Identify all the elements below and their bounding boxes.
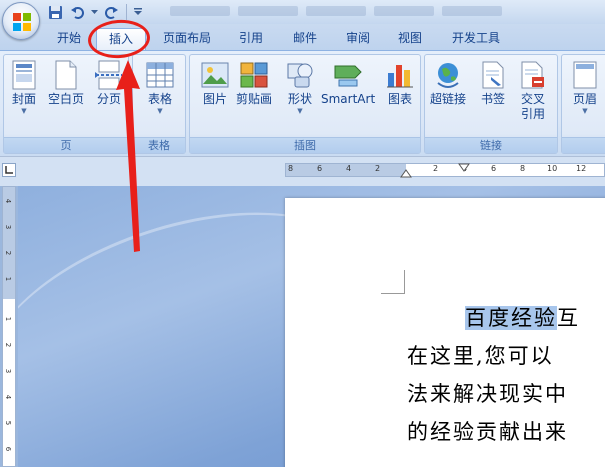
title-bar [0, 0, 605, 24]
tab-selector-button[interactable] [2, 163, 16, 177]
ruler-label: 10 [547, 164, 558, 173]
shapes-button[interactable]: 形状 ▼ [285, 59, 315, 116]
dropdown-arrow-icon: ▼ [297, 107, 303, 115]
group-links-label: 链接 [425, 137, 557, 153]
doc-line-3[interactable]: 法来解决现实中 [407, 378, 568, 408]
cross-reference-label: 交叉 引用 [520, 92, 545, 121]
redo-icon[interactable] [102, 3, 120, 21]
ruler-label: 8 [520, 164, 526, 173]
shapes-icon [285, 59, 315, 91]
ruler-label: 2 [4, 250, 13, 256]
doc-line-4[interactable]: 的经验贡献出来 [407, 416, 568, 446]
ruler-label: 4 [4, 198, 13, 204]
header-icon [570, 59, 600, 91]
group-illustrations-label: 插图 [190, 137, 420, 153]
doc-line-2[interactable]: 在这里,您可以 [407, 340, 554, 370]
ruler-label: 3 [4, 224, 13, 230]
clip-art-icon [239, 59, 269, 91]
undo-icon[interactable] [68, 3, 86, 21]
undo-dropdown-icon[interactable] [90, 3, 98, 21]
blank-page-icon [51, 59, 81, 91]
ruler-label: 2 [433, 164, 439, 173]
dropdown-arrow-icon: ▼ [21, 107, 27, 115]
ruler-label: 4 [4, 394, 13, 400]
group-links: 超链接 书签 交叉 引用 链接 [424, 54, 558, 154]
shapes-label: 形状 [287, 92, 312, 106]
ruler-label: 2 [4, 342, 13, 348]
vertical-ruler[interactable]: 4 3 2 1 1 2 3 4 5 6 [2, 186, 16, 467]
table-label: 表格 [147, 92, 172, 106]
smartart-label: SmartArt [321, 92, 376, 106]
group-header-footer: 页眉 ▼ [561, 54, 605, 154]
office-button[interactable] [2, 2, 40, 40]
hyperlink-button[interactable]: 超链接 [430, 59, 466, 107]
cross-reference-icon [518, 59, 548, 91]
save-icon[interactable] [46, 3, 64, 21]
group-illustrations: 图片 剪贴画 形状 ▼ SmartArt 图表 插图 [189, 54, 421, 154]
header-button[interactable]: 页眉 ▼ [570, 59, 600, 116]
tab-page-layout[interactable]: 页面布局 [156, 28, 218, 50]
tab-home[interactable]: 开始 [48, 28, 90, 50]
header-label: 页眉 [572, 92, 597, 106]
ruler-label: 5 [4, 420, 13, 426]
chart-button[interactable]: 图表 [385, 59, 415, 107]
chart-label: 图表 [387, 92, 412, 106]
cross-reference-button[interactable]: 交叉 引用 [518, 59, 548, 122]
qat-separator [126, 4, 127, 20]
annotation-arrow-icon [116, 60, 140, 252]
left-indent-marker-icon[interactable] [400, 168, 412, 178]
picture-label: 图片 [202, 92, 227, 106]
tab-review[interactable]: 审阅 [337, 28, 379, 50]
smartart-icon [333, 59, 363, 91]
first-line-indent-marker-icon[interactable] [458, 163, 470, 173]
selected-text[interactable]: 百度经验 [465, 306, 557, 330]
smartart-button[interactable]: SmartArt [321, 59, 375, 107]
tab-references[interactable]: 引用 [230, 28, 272, 50]
blank-page-label: 空白页 [48, 92, 85, 106]
ruler-label: 6 [491, 164, 497, 173]
title-faint-area [170, 6, 502, 16]
document-canvas[interactable]: 百度经验互 在这里,您可以 法来解决现实中 的经验贡献出来 [18, 186, 605, 467]
ruler-label: 2 [375, 164, 381, 173]
clip-art-label: 剪贴画 [236, 92, 273, 106]
tab-mailings[interactable]: 邮件 [284, 28, 326, 50]
doc-line-1[interactable]: 百度经验互 [465, 302, 580, 332]
bookmark-label: 书签 [480, 92, 505, 106]
picture-icon [200, 59, 230, 91]
ruler-label: 4 [346, 164, 352, 173]
ruler-label: 1 [4, 276, 13, 282]
customize-dropdown-icon[interactable] [133, 3, 143, 21]
document-page[interactable]: 百度经验互 在这里,您可以 法来解决现实中 的经验贡献出来 [285, 198, 605, 467]
ruler-label: 1 [4, 316, 13, 322]
group-header-label [562, 137, 605, 153]
ruler-label: 12 [576, 164, 587, 173]
ruler-label: 6 [317, 164, 323, 173]
ruler-top-margin [3, 187, 15, 299]
chart-icon [385, 59, 415, 91]
tab-view[interactable]: 视图 [389, 28, 431, 50]
tab-developer[interactable]: 开发工具 [443, 28, 509, 50]
ruler-label: 8 [288, 164, 294, 173]
bookmark-button[interactable]: 书签 [478, 59, 508, 107]
dropdown-arrow-icon: ▼ [582, 107, 588, 115]
cover-page-icon [9, 59, 39, 91]
bookmark-icon [478, 59, 508, 91]
horizontal-ruler[interactable]: 8 6 4 2 2 4 6 8 10 12 [285, 163, 605, 178]
hyperlink-globe-icon [433, 59, 463, 91]
ruler-label: 6 [4, 446, 13, 452]
picture-button[interactable]: 图片 [200, 59, 230, 107]
dropdown-arrow-icon: ▼ [157, 107, 163, 115]
cover-page-button[interactable]: 封面 ▼ [9, 59, 39, 116]
ribbon: 封面 ▼ 空白页 分页 页 表格 ▼ 表格 图片 剪贴画 形状 ▼ SmartA… [0, 50, 605, 156]
hyperlink-label: 超链接 [430, 92, 467, 106]
quick-access-toolbar [46, 3, 143, 21]
clip-art-button[interactable]: 剪贴画 [236, 59, 272, 107]
ruler-label: 3 [4, 368, 13, 374]
margin-crop-mark [381, 270, 405, 294]
office-logo-icon [13, 13, 31, 31]
doc-line-1-rest: 互 [557, 306, 580, 330]
cover-page-label: 封面 [11, 92, 36, 106]
blank-page-button[interactable]: 空白页 [48, 59, 84, 107]
